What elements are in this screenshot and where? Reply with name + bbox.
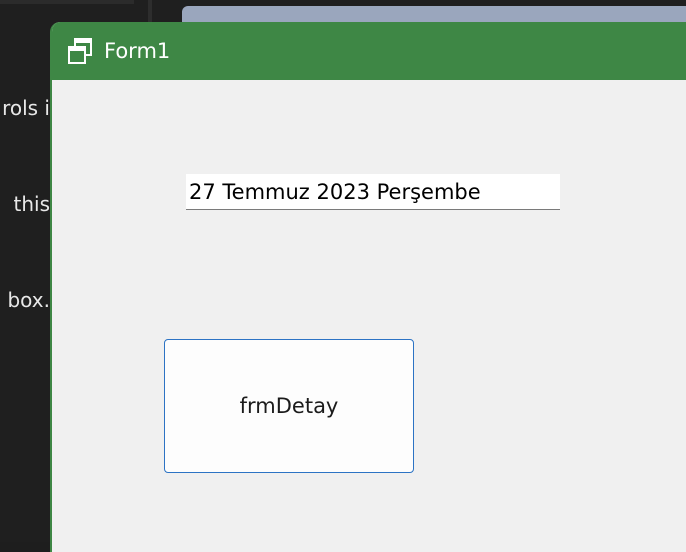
windows-form-icon (66, 37, 94, 65)
background-text-line: this (13, 192, 51, 216)
background-text-line: rols i (2, 96, 50, 120)
date-time-picker[interactable]: 27 Temmuz 2023 Perşembe (186, 174, 560, 210)
frm-detay-button-label: frmDetay (239, 394, 339, 418)
background-text: rols i this box. (0, 28, 50, 348)
window-title: Form1 (104, 39, 171, 63)
title-bar[interactable]: Form1 (52, 22, 686, 80)
background-tab-strip (0, 0, 134, 4)
background-divider (148, 0, 152, 22)
form1-window: Form1 27 Temmuz 2023 Perşembe frmDetay (50, 22, 686, 552)
background-text-line: box. (7, 288, 50, 312)
frm-detay-button[interactable]: frmDetay (164, 339, 414, 473)
